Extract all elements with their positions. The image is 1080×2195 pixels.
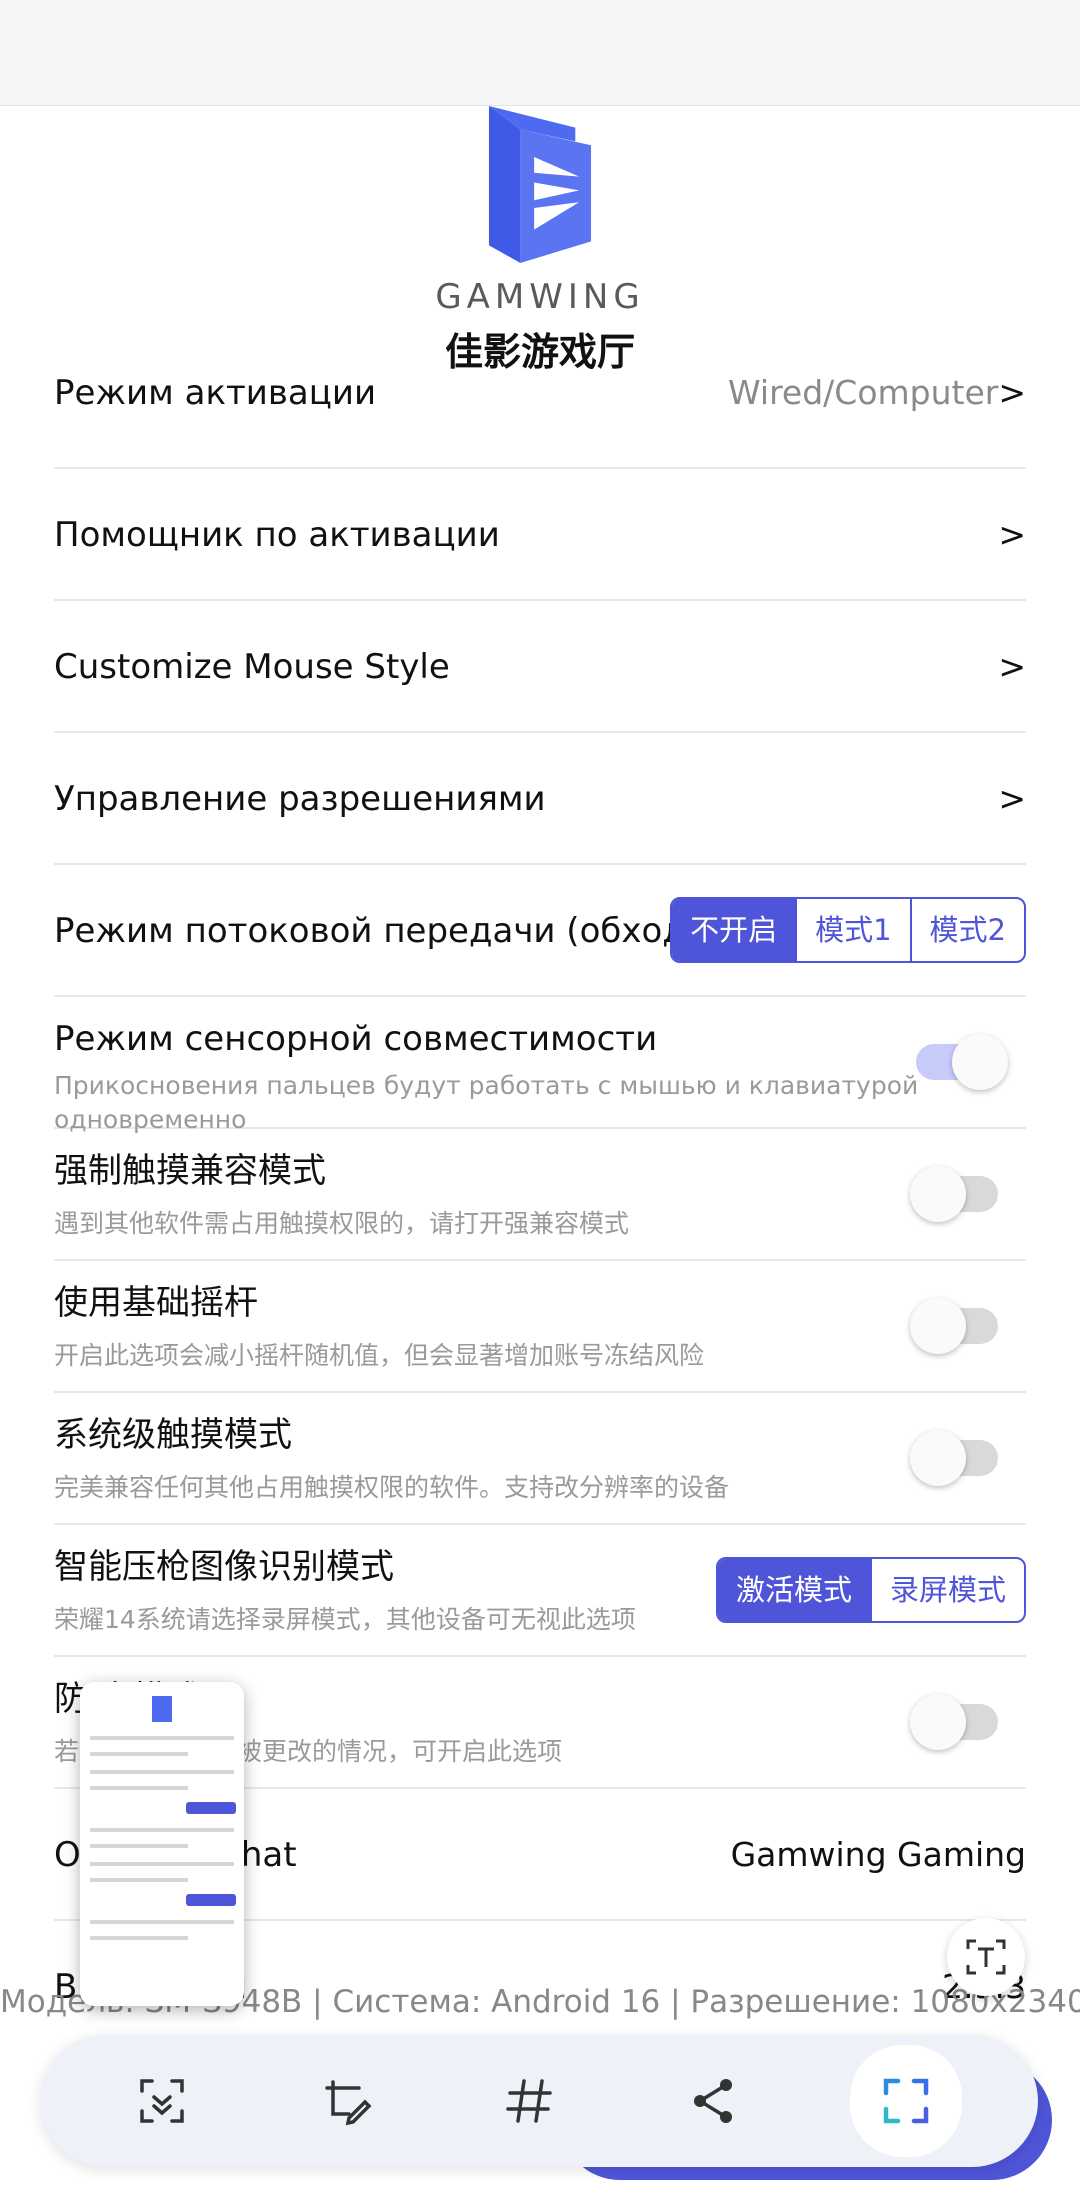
crop-icon [883, 2078, 929, 2124]
recoil-mode-option-record[interactable]: 录屏模式 [872, 1559, 1024, 1621]
row-title: 强制触摸兼容模式 [54, 1151, 326, 1191]
toggle-knob [910, 1430, 966, 1486]
chevron-right-icon: > [998, 515, 1026, 554]
screenshot-preview-thumbnail[interactable] [80, 1682, 244, 2006]
basic-joystick-toggle[interactable] [910, 1298, 998, 1354]
chevron-right-icon: > [998, 647, 1026, 686]
row-subtitle: 开启此选项会减小摇杆随机值，但会显著增加账号冻结风险 [54, 1341, 705, 1370]
permissions-row[interactable]: Управление разрешениями > [54, 733, 1026, 865]
text-scan-icon [966, 1939, 1006, 1975]
force-touch-compat-row: 强制触摸兼容模式 遇到其他软件需占用触摸权限的，请打开强兼容模式 [54, 1129, 1026, 1261]
streaming-mode-option-1[interactable]: 模式1 [797, 899, 912, 961]
streaming-mode-segmented: 不开启 模式1 模式2 [670, 897, 1026, 963]
edit-button[interactable] [294, 2049, 398, 2153]
row-title: Режим активации [54, 373, 377, 413]
thumbnail-line [90, 1844, 189, 1848]
toggle-knob [910, 1166, 966, 1222]
wechat-account-value: Gamwing Gaming [730, 1835, 1026, 1874]
row-title: Управление разрешениями [54, 779, 546, 819]
row-title: Режим потоковой передачи (обход з [54, 911, 715, 951]
share-button[interactable] [662, 2049, 766, 2153]
thumbnail-line [90, 1770, 234, 1774]
status-bar [0, 0, 1080, 106]
activation-mode-row[interactable]: Режим активации Wired/Computer> [54, 337, 1026, 469]
system-touch-row: 系统级触摸模式 完美兼容任何其他占用触摸权限的软件。支持改分辨率的设备 [54, 1393, 1026, 1525]
recoil-mode-option-activate[interactable]: 激活模式 [717, 1559, 872, 1621]
system-touch-toggle[interactable] [910, 1430, 998, 1486]
gamwing-logo-icon [488, 106, 592, 263]
thumbnail-line [90, 1752, 189, 1756]
thumbnail-segment [186, 1894, 236, 1906]
streaming-mode-row: Режим потоковой передачи (обход з 不开启 模式… [54, 865, 1026, 997]
thumbnail-line [90, 1878, 189, 1882]
thumbnail-logo [152, 1696, 172, 1722]
basic-joystick-row: 使用基础摇杆 开启此选项会减小摇杆随机值，但会显著增加账号冻结风险 [54, 1261, 1026, 1393]
thumbnail-line [90, 1936, 189, 1940]
row-subtitle: 完美兼容任何其他占用触摸权限的软件。支持改分辨率的设备 [54, 1473, 730, 1502]
thumbnail-segment [186, 1802, 236, 1814]
toggle-knob [952, 1034, 1008, 1090]
activation-mode-value: Wired/Computer [728, 373, 999, 412]
tag-button[interactable] [478, 2049, 582, 2153]
row-title: Помощник по активации [54, 515, 500, 555]
row-subtitle: 遇到其他软件需占用触摸权限的，请打开强兼容模式 [54, 1209, 630, 1238]
row-title: 系统级触摸模式 [54, 1415, 292, 1455]
row-subtitle: Прикосновения пальцев будут работать с м… [54, 1071, 919, 1134]
row-title: Режим сенсорной совместимости [54, 1019, 658, 1059]
row-title: Customize Mouse Style [54, 647, 450, 687]
row-title: 智能压枪图像识别模式 [54, 1547, 394, 1587]
row-value: Wired/Computer> [728, 327, 1026, 459]
touch-compat-row: Режим сенсорной совместимости Прикоснове… [54, 997, 1026, 1134]
customize-mouse-style-row[interactable]: Customize Mouse Style > [54, 601, 1026, 733]
force-touch-compat-toggle[interactable] [910, 1166, 998, 1222]
toggle-knob [910, 1298, 966, 1354]
activation-assistant-row[interactable]: Помощник по активации > [54, 469, 1026, 601]
thumbnail-line [90, 1920, 234, 1924]
thumbnail-line [90, 1828, 234, 1832]
edit-icon [325, 2080, 372, 2126]
streaming-mode-option-off[interactable]: 不开启 [672, 899, 798, 961]
toggle-knob [910, 1694, 966, 1750]
touch-compat-toggle[interactable] [916, 1034, 1008, 1090]
crop-button[interactable] [850, 2045, 962, 2157]
share-icon [694, 2079, 732, 2123]
tag-icon [506, 2079, 552, 2123]
recoil-recognition-row: 智能压枪图像识别模式 荣耀14系统请选择录屏模式，其他设备可无视此选项 激活模式… [54, 1525, 1026, 1657]
text-scan-button[interactable] [947, 1918, 1025, 1996]
thumbnail-line [90, 1862, 234, 1866]
streaming-mode-option-2[interactable]: 模式2 [912, 899, 1024, 961]
chevron-right-icon: > [998, 373, 1026, 412]
recoil-mode-segmented: 激活模式 录屏模式 [715, 1557, 1026, 1623]
anti-conflict-toggle[interactable] [910, 1694, 998, 1750]
scroll-capture-icon [140, 2079, 184, 2123]
logo-wordmark: GAMWING [435, 277, 645, 317]
row-title: 使用基础摇杆 [54, 1283, 258, 1323]
chevron-right-icon: > [998, 779, 1026, 818]
scroll-capture-button[interactable] [110, 2049, 214, 2153]
screenshot-toolbar [40, 2035, 1038, 2167]
thumbnail-line [90, 1786, 189, 1790]
thumbnail-line [90, 1736, 234, 1740]
